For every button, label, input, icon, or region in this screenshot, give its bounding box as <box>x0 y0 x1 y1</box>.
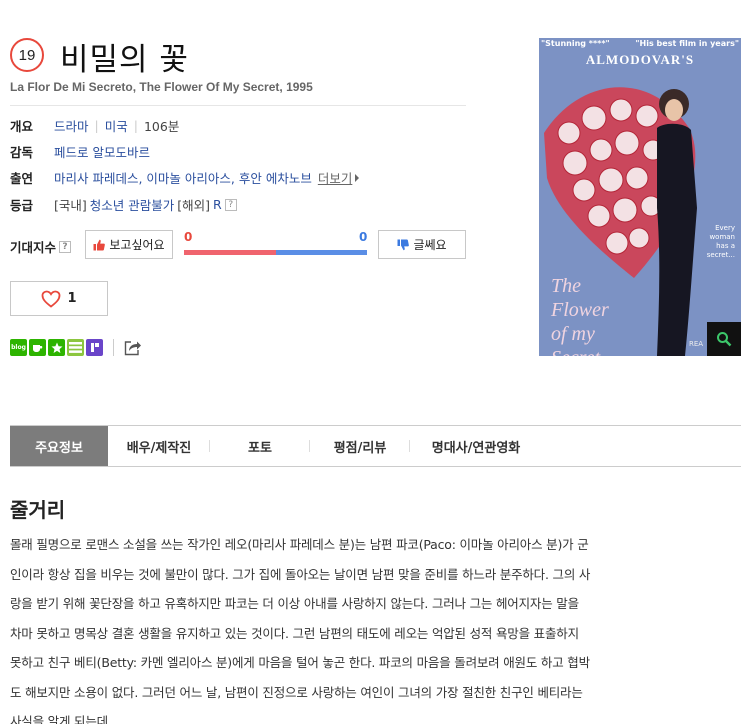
blog-icon[interactable]: blog <box>10 339 27 356</box>
share-icon[interactable] <box>124 340 142 356</box>
tab-bar: 주요정보 배우/제작진 포토 평점/리뷰 명대사/연관영화 <box>10 425 741 467</box>
tab-quotes-related[interactable]: 명대사/연관영화 <box>410 426 542 466</box>
plot-line: 사실을 알게 되는데. <box>10 714 112 724</box>
help-icon[interactable]: ? <box>59 240 72 253</box>
genre-link[interactable]: 드라마 <box>54 116 89 135</box>
divider <box>113 339 114 356</box>
thumbs-down-icon <box>397 239 410 250</box>
tab-label: 평점/리뷰 <box>333 440 387 456</box>
help-icon[interactable]: ? <box>224 198 237 211</box>
not-sure-label: 글쎄요 <box>413 238 447 252</box>
share-bar: blog <box>10 339 142 356</box>
chevron-right-icon <box>355 173 360 182</box>
poster-quote-left: "Stunning ****" <box>541 39 610 48</box>
tab-cast-crew[interactable]: 배우/제작진 <box>108 426 210 466</box>
not-sure-button[interactable]: 글쎄요 <box>378 230 466 259</box>
tab-label: 주요정보 <box>35 440 83 456</box>
want-count: 0 <box>184 230 193 244</box>
tab-reviews[interactable]: 평점/리뷰 <box>310 426 410 466</box>
director-label: 감독 <box>10 145 34 160</box>
country-link[interactable]: 미국 <box>105 116 128 135</box>
expectation-label-group: 기대지수 ? <box>10 237 72 256</box>
plot-text: 몰래 필명으로 로맨스 소설을 쓰는 작가인 레오(마리사 파레데스 분)는 남… <box>10 530 738 724</box>
director-row: 감독 페드로 알모도바르 <box>10 142 150 161</box>
tab-label: 포토 <box>248 440 272 456</box>
plot-heading: 줄거리 <box>10 498 66 522</box>
plot-line: 도 해보지만 소용이 없다. 그러던 어느 날, 남편이 진정으로 사랑하는 여… <box>10 684 583 700</box>
like-count: 1 <box>67 291 77 306</box>
nah-gauge <box>276 250 367 255</box>
search-icon <box>717 332 732 347</box>
overview-row: 개요 드라마 | 미국 | 106분 <box>10 116 179 135</box>
plot-line: 인이라 항상 집을 비우는 것에 불만이 많다. 그가 집에 돌아오는 날이면 … <box>10 566 591 582</box>
band-icon[interactable] <box>86 339 103 356</box>
cafe-icon[interactable] <box>29 339 46 356</box>
tab-main-info[interactable]: 주요정보 <box>10 426 108 466</box>
original-title: La Flor De Mi Secreto, The Flower Of My … <box>10 80 313 94</box>
want-gauge <box>184 250 276 255</box>
plot-line: 차마 못하고 명목상 결혼 생활을 유지하고 있는 것이다. 그런 남편의 태도… <box>10 625 579 641</box>
poster-credits: REA <box>689 340 704 348</box>
plot-line: 못하고 친구 베티(Betty: 카멘 엘리아스 분)에게 마음을 털어 놓곤 … <box>10 655 590 670</box>
more-cast-link[interactable]: 더보기 <box>318 168 353 187</box>
tab-label: 배우/제작진 <box>126 440 192 456</box>
director-link[interactable]: 페드로 알모도바르 <box>54 142 150 161</box>
thumbs-up-icon <box>93 239 106 250</box>
heart-icon <box>42 290 61 308</box>
poster-tagline: Every woman has a secret... <box>706 224 735 259</box>
nah-count: 0 <box>359 230 368 244</box>
rating-row: 등급 [국내] 청소년 관람불가 [해외] R ? <box>10 195 237 214</box>
plot-line: 랑을 받기 위해 꽃단장을 하고 유혹하지만 파코는 더 이상 아내를 사랑하지… <box>10 596 579 611</box>
like-button[interactable]: 1 <box>10 281 108 316</box>
rating-domestic-prefix: [국내] <box>54 198 87 213</box>
runtime: 106분 <box>143 119 180 134</box>
age-rating-badge: 19 <box>10 38 44 72</box>
bookmark-icon[interactable] <box>48 339 65 356</box>
rating-label: 등급 <box>10 198 34 213</box>
poster-title: The Flower of my Secret <box>551 275 609 356</box>
divider <box>10 105 466 106</box>
rating-foreign-prefix: [해외] <box>177 198 211 213</box>
cast-label: 출연 <box>10 171 34 186</box>
zoom-button[interactable] <box>707 322 741 356</box>
rating-domestic-link[interactable]: 청소년 관람불가 <box>90 195 174 214</box>
divider: | <box>94 118 99 133</box>
line-icon[interactable] <box>67 339 84 356</box>
poster-director-text: ALMODOVAR'S <box>585 52 695 67</box>
plot-line: 몰래 필명으로 로맨스 소설을 쓰는 작가인 레오(마리사 파레데스 분)는 남… <box>10 537 589 552</box>
tab-label: 명대사/연관영화 <box>431 440 521 456</box>
want-to-see-button[interactable]: 보고싶어요 <box>85 230 173 259</box>
cast-links[interactable]: 마리사 파레데스, 이마놀 아리아스, 후안 에차노브 <box>54 168 312 187</box>
divider: | <box>133 118 138 133</box>
tab-photo[interactable]: 포토 <box>210 426 310 466</box>
want-to-see-label: 보고싶어요 <box>109 238 165 252</box>
movie-poster[interactable]: "Stunning ****" "His best film in years"… <box>539 38 741 356</box>
expectation-label: 기대지수 <box>10 240 57 255</box>
poster-quote-right: "His best film in years" <box>635 39 739 48</box>
page-title: 비밀의 꽃 <box>60 42 189 78</box>
cast-row: 출연 마리사 파레데스, 이마놀 아리아스, 후안 에차노브 더보기 <box>10 168 360 187</box>
rating-foreign-link[interactable]: R <box>213 197 222 212</box>
overview-label: 개요 <box>10 119 34 134</box>
